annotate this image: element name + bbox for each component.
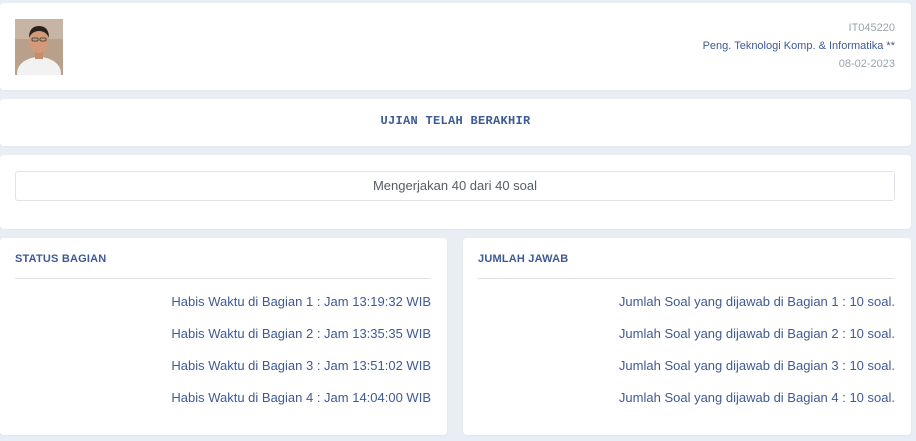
answer-count-row: Jumlah Soal yang dijawab di Bagian 2 : 1… <box>618 326 895 341</box>
answer-count-list: Jumlah Soal yang dijawab di Bagian 1 : 1… <box>478 294 895 422</box>
user-header-card: IT045220 Peng. Teknologi Komp. & Informa… <box>0 3 911 90</box>
user-photo <box>15 19 63 75</box>
answer-count-row: Jumlah Soal yang dijawab di Bagian 3 : 1… <box>618 358 895 373</box>
answer-count-panel: JUMLAH JAWAB Jumlah Soal yang dijawab di… <box>463 238 911 435</box>
answer-count-row: Jumlah Soal yang dijawab di Bagian 4 : 1… <box>618 390 895 405</box>
section-status-panel: STATUS BAGIAN Habis Waktu di Bagian 1 : … <box>0 238 447 435</box>
divider <box>15 278 431 279</box>
divider <box>478 278 895 279</box>
user-avatar <box>15 19 63 75</box>
section-time-row: Habis Waktu di Bagian 2 : Jam 13:35:35 W… <box>171 326 431 341</box>
section-time-row: Habis Waktu di Bagian 4 : Jam 14:04:00 W… <box>171 390 431 405</box>
progress-summary: Mengerjakan 40 dari 40 soal <box>15 171 895 201</box>
progress-card: Mengerjakan 40 dari 40 soal <box>0 155 911 229</box>
exam-status-text: UJIAN TELAH BERAKHIR <box>380 114 531 128</box>
section-time-row: Habis Waktu di Bagian 3 : Jam 13:51:02 W… <box>171 358 431 373</box>
section-status-title: STATUS BAGIAN <box>15 253 107 265</box>
answer-count-row: Jumlah Soal yang dijawab di Bagian 1 : 1… <box>618 294 895 309</box>
user-id: IT045220 <box>848 22 895 34</box>
exam-date: 08-02-2023 <box>838 58 895 70</box>
exam-status-card: UJIAN TELAH BERAKHIR <box>0 99 911 146</box>
section-status-list: Habis Waktu di Bagian 1 : Jam 13:19:32 W… <box>15 294 431 422</box>
section-time-row: Habis Waktu di Bagian 1 : Jam 13:19:32 W… <box>171 294 431 309</box>
answer-count-title: JUMLAH JAWAB <box>478 253 569 265</box>
program-name: Peng. Teknologi Komp. & Informatika ** <box>702 40 895 52</box>
